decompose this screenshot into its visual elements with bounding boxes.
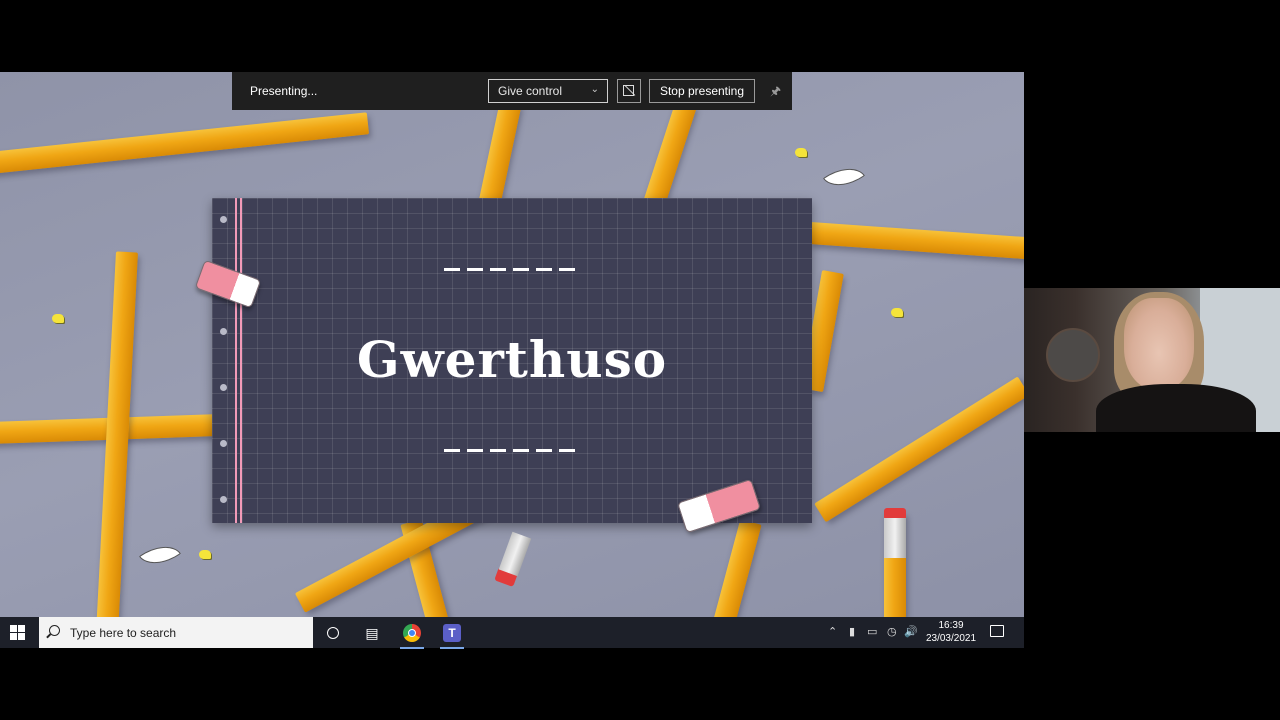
dash-line-top	[444, 268, 579, 271]
pencil-decoration	[94, 251, 138, 648]
cortana-icon[interactable]	[321, 621, 345, 645]
clock-date: 23/03/2021	[925, 633, 977, 644]
teams-logo: T	[443, 624, 461, 642]
search-placeholder: Type here to search	[70, 626, 177, 640]
presenter-body	[1096, 384, 1256, 432]
dash-line-bottom	[444, 449, 579, 452]
chrome-logo	[403, 624, 421, 642]
battery-icon[interactable]: ▭	[867, 625, 877, 638]
clock-time: 16:39	[938, 620, 964, 631]
webcam-video	[1024, 288, 1280, 432]
binder-hole	[220, 216, 227, 223]
windows-taskbar: Type here to search ▤ T ⌃ ▮ ▭ ◷ 🔊 16:39 …	[0, 617, 1024, 649]
active-app-indicator	[440, 647, 464, 649]
notification-icon[interactable]	[990, 625, 1004, 637]
leaf-decoration	[138, 535, 182, 575]
slide-title: Gwerthuso	[356, 330, 668, 389]
volume-icon[interactable]: 🔊	[904, 625, 918, 638]
give-control-label: Give control	[498, 84, 563, 98]
presenting-toolbar: Presenting... Give control ⌄ Stop presen…	[232, 72, 792, 110]
usb-icon[interactable]: ▮	[849, 625, 855, 638]
windows-start-icon[interactable]	[10, 625, 26, 641]
search-box[interactable]: Type here to search	[39, 617, 313, 648]
chrome-icon[interactable]	[400, 621, 424, 649]
chevron-up-icon[interactable]: ⌃	[828, 625, 837, 638]
background-mirror	[1046, 328, 1100, 382]
presenting-status: Presenting...	[250, 84, 318, 98]
search-icon	[49, 625, 60, 636]
active-app-indicator	[400, 647, 424, 649]
pencil-ferrule	[498, 531, 532, 577]
system-clock[interactable]: 16:39 23/03/2021	[918, 619, 984, 645]
pencil-decoration	[642, 98, 698, 211]
pushpin-decoration	[795, 148, 807, 157]
fullscreen-icon	[623, 85, 634, 96]
leaf-decoration	[822, 157, 866, 197]
fullscreen-button[interactable]	[617, 79, 641, 103]
slide-canvas: Gwerthuso	[212, 198, 812, 523]
pushpin-decoration	[891, 308, 903, 317]
task-view-icon[interactable]: ▤	[360, 621, 384, 645]
stop-presenting-button[interactable]: Stop presenting	[649, 79, 755, 103]
pencil-decoration	[0, 112, 370, 174]
binder-hole	[220, 496, 227, 503]
shared-screen: Gwerthuso	[0, 72, 1024, 648]
pencil-decoration	[809, 222, 1024, 261]
teams-icon[interactable]: T	[440, 621, 464, 649]
binder-hole	[220, 440, 227, 447]
pushpin-decoration	[52, 314, 64, 323]
wifi-icon[interactable]: ◷	[887, 625, 897, 638]
pencil-decoration	[477, 99, 522, 212]
presenter-face	[1124, 298, 1194, 390]
give-control-dropdown[interactable]: Give control ⌄	[488, 79, 608, 103]
pencil-ferrule	[884, 518, 906, 558]
pencil-decoration	[814, 376, 1024, 523]
chevron-down-icon: ⌄	[590, 84, 599, 95]
pushpin-decoration	[199, 550, 211, 559]
pin-icon[interactable]: 🖈	[770, 82, 781, 103]
